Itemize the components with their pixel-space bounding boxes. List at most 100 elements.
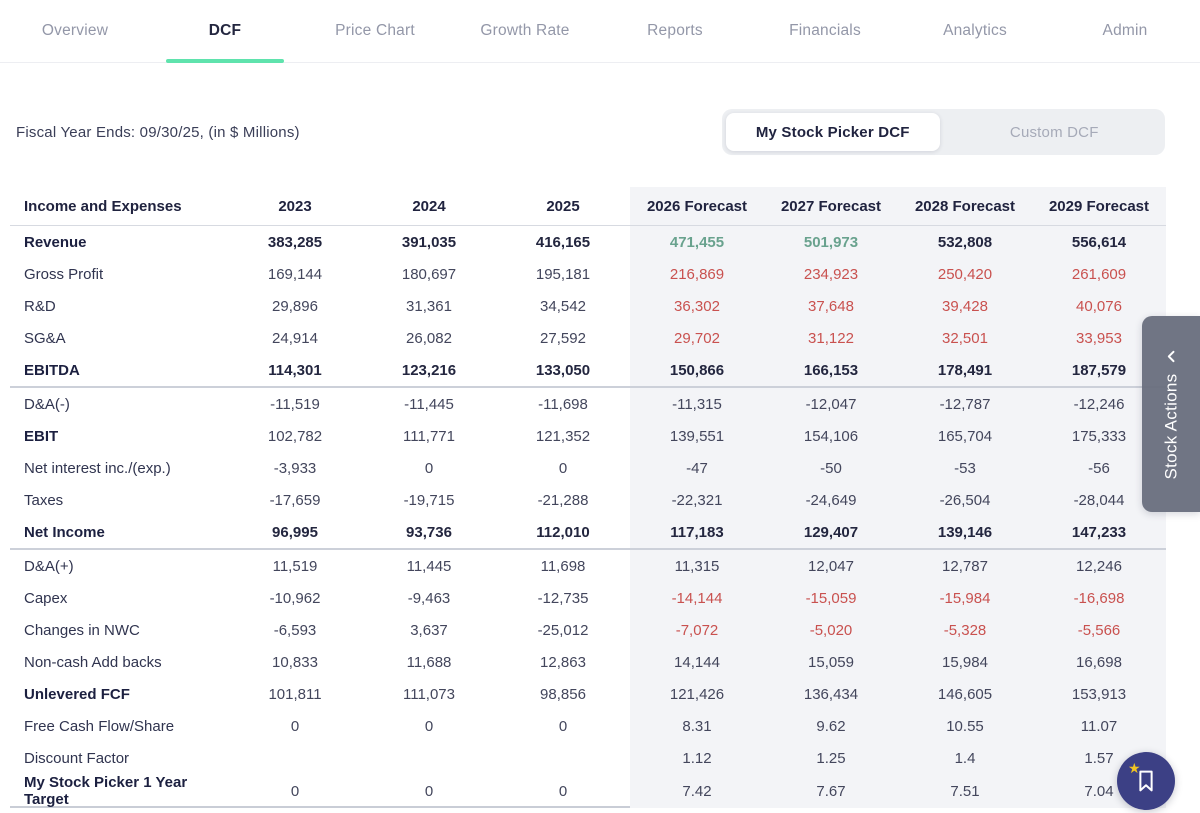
tab-analytics[interactable]: Analytics bbox=[900, 0, 1050, 62]
cell-value: 12,787 bbox=[898, 550, 1032, 582]
cell-value: 34,542 bbox=[540, 297, 586, 315]
cell-value: 1.12 bbox=[630, 742, 764, 774]
cell-value: 16,698 bbox=[1032, 646, 1166, 678]
cell-value: 12,047 bbox=[764, 550, 898, 582]
cell-value: 139,146 bbox=[898, 516, 1032, 548]
cell-value: 1.4 bbox=[898, 742, 1032, 774]
table-row: R&D 29,896 31,361 34,542 36,302 37,648 39,428 4… bbox=[10, 290, 1166, 322]
tab-price-chart[interactable]: Price Chart bbox=[300, 0, 450, 62]
cell-value: -5,328 bbox=[898, 614, 1032, 646]
cell-value: 169,144 bbox=[267, 265, 323, 283]
cell-value: 11,315 bbox=[630, 550, 764, 582]
row-label: D&A(+) bbox=[24, 557, 74, 575]
cell-value: 93,736 bbox=[406, 523, 452, 541]
toggle-my-stock-picker-dcf[interactable]: My Stock Picker DCF bbox=[726, 113, 940, 151]
cell-value: 234,923 bbox=[764, 258, 898, 290]
cell-value: 101,811 bbox=[268, 685, 322, 703]
table-row: Gross Profit 169,144 180,697 195,181 216,869… bbox=[10, 258, 1166, 290]
cell-value: 37,648 bbox=[764, 290, 898, 322]
cell-value: -25,012 bbox=[537, 621, 589, 639]
tab-reports[interactable]: Reports bbox=[600, 0, 750, 62]
cell-value: 29,896 bbox=[272, 297, 318, 315]
cell-value: 24,914 bbox=[272, 329, 318, 347]
cell-value: 216,869 bbox=[630, 258, 764, 290]
stock-actions-tab[interactable]: Stock Actions bbox=[1142, 316, 1200, 512]
row-label: My Stock Picker 1 Year Target bbox=[24, 774, 188, 808]
cell-value: -12,735 bbox=[537, 589, 589, 607]
table-row: D&A(+) 11,519 11,445 11,698 11,315 12,047 12,7… bbox=[10, 550, 1166, 582]
cell-value: 10.55 bbox=[898, 710, 1032, 742]
cell-value: 114,301 bbox=[268, 361, 322, 379]
cell-value: -16,698 bbox=[1032, 582, 1166, 614]
table-row: Free Cash Flow/Share 0 0 0 8.31 9.62 10.55 11.0… bbox=[10, 710, 1166, 742]
column-header: 2028 Forecast bbox=[898, 187, 1032, 225]
cell-value: -11,698 bbox=[538, 395, 588, 413]
cell-value bbox=[362, 742, 496, 774]
column-header: 2023 bbox=[278, 197, 312, 215]
cell-value: 121,426 bbox=[630, 678, 764, 710]
column-header: 2027 Forecast bbox=[764, 187, 898, 225]
cell-value: 27,592 bbox=[540, 329, 586, 347]
cell-value: 31,361 bbox=[406, 297, 452, 315]
cell-value: 123,216 bbox=[401, 361, 457, 379]
cell-value: 12,246 bbox=[1032, 550, 1166, 582]
cell-value: -19,715 bbox=[403, 491, 455, 509]
cell-value: 14,144 bbox=[630, 646, 764, 678]
cell-value: 556,614 bbox=[1032, 226, 1166, 258]
top-nav: Overview DCF Price Chart Growth Rate Rep… bbox=[0, 0, 1200, 63]
cell-value: 165,704 bbox=[898, 420, 1032, 452]
cell-value: 8.31 bbox=[630, 710, 764, 742]
cell-value: 154,106 bbox=[764, 420, 898, 452]
cell-value: 96,995 bbox=[272, 523, 318, 541]
cell-value: 11,445 bbox=[406, 557, 452, 575]
table-row: EBIT 102,782 111,771 121,352 139,551 154,106 1… bbox=[10, 420, 1166, 452]
cell-value: 7.51 bbox=[898, 774, 1032, 808]
cell-value: -5,020 bbox=[764, 614, 898, 646]
cell-value: 98,856 bbox=[540, 685, 586, 703]
table-row: Unlevered FCF 101,811 111,073 98,856 121,426… bbox=[10, 678, 1166, 710]
cell-value: 136,434 bbox=[764, 678, 898, 710]
cell-value: 501,973 bbox=[764, 226, 898, 258]
cell-value: 133,050 bbox=[535, 361, 591, 379]
cell-value: 7.67 bbox=[764, 774, 898, 808]
cell-value: 147,233 bbox=[1032, 516, 1166, 548]
cell-value: 10,833 bbox=[272, 653, 318, 671]
cell-value: 416,165 bbox=[535, 233, 591, 251]
cell-value: 121,352 bbox=[535, 427, 591, 445]
row-label: D&A(-) bbox=[24, 395, 70, 413]
cell-value: -50 bbox=[764, 452, 898, 484]
cell-value: -10,962 bbox=[269, 589, 321, 607]
cell-value: 146,605 bbox=[898, 678, 1032, 710]
cell-value: -9,463 bbox=[407, 589, 451, 607]
cell-value: 11.07 bbox=[1032, 710, 1166, 742]
toggle-custom-dcf[interactable]: Custom DCF bbox=[948, 113, 1162, 151]
cell-value: -14,144 bbox=[630, 582, 764, 614]
subheader: Fiscal Year Ends: 09/30/25, (in $ Millio… bbox=[16, 105, 1165, 159]
cell-value: 111,771 bbox=[403, 427, 455, 445]
tab-admin[interactable]: Admin bbox=[1050, 0, 1200, 62]
table-row: Net Income 96,995 93,736 112,010 117,183 129,… bbox=[10, 516, 1166, 550]
cell-value: 31,122 bbox=[764, 322, 898, 354]
cell-value: -26,504 bbox=[898, 484, 1032, 516]
cell-value: -12,787 bbox=[898, 388, 1032, 420]
table-row: EBITDA 114,301 123,216 133,050 150,866 166,15… bbox=[10, 354, 1166, 388]
stock-actions-label: Stock Actions bbox=[1161, 373, 1181, 480]
row-label: Taxes bbox=[24, 491, 64, 509]
bookmark-fab-button[interactable]: ★ bbox=[1117, 752, 1175, 810]
tab-financials[interactable]: Financials bbox=[750, 0, 900, 62]
tab-growth-rate[interactable]: Growth Rate bbox=[450, 0, 600, 62]
tab-overview[interactable]: Overview bbox=[0, 0, 150, 62]
row-label: EBITDA bbox=[24, 361, 80, 379]
table-row: My Stock Picker 1 Year Target 0 0 0 7.42 7.67… bbox=[10, 774, 1166, 808]
cell-value: 117,183 bbox=[630, 516, 764, 548]
row-label: Net interest inc./(exp.) bbox=[24, 459, 171, 477]
dcf-table: Income and Expenses 2023 2024 2025 2026 … bbox=[10, 187, 1166, 808]
cell-value: 0 bbox=[424, 782, 434, 800]
cell-value: 0 bbox=[558, 459, 568, 477]
cell-value: 39,428 bbox=[898, 290, 1032, 322]
cell-value: 26,082 bbox=[406, 329, 452, 347]
tab-dcf[interactable]: DCF bbox=[150, 0, 300, 62]
column-header: 2024 bbox=[412, 197, 446, 215]
cell-value: 11,519 bbox=[272, 557, 318, 575]
table-row: Revenue 383,285 391,035 416,165 471,455 501,9… bbox=[10, 226, 1166, 258]
